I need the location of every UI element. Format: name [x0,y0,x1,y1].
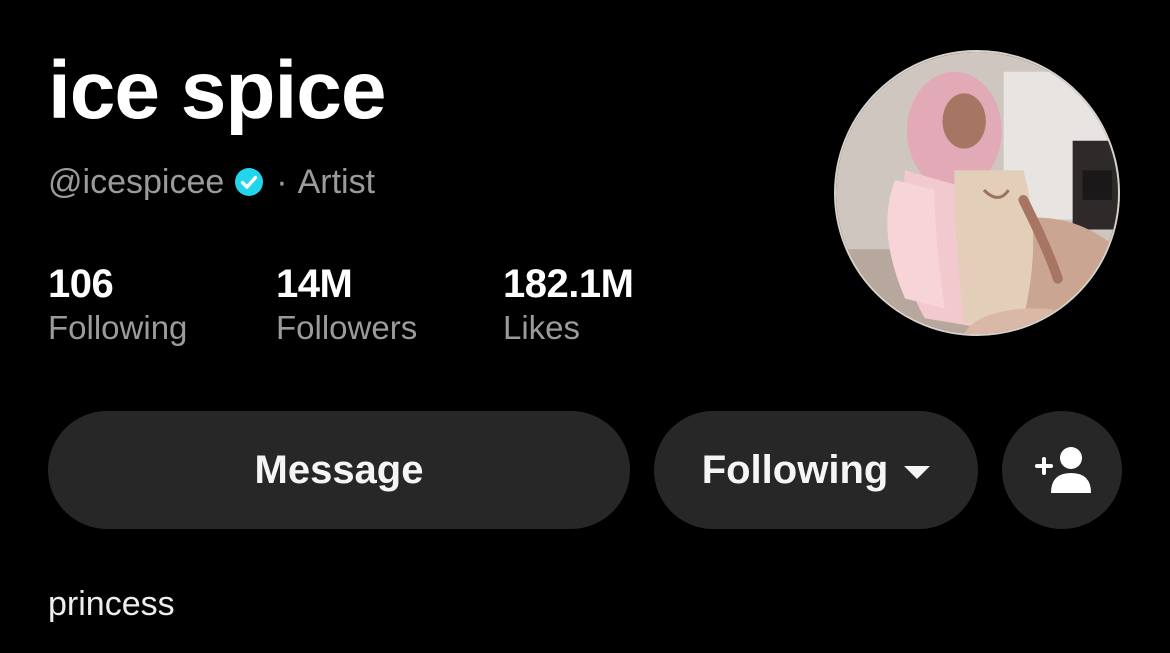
caret-down-icon [904,465,931,479]
stat-value: 182.1M [503,262,634,306]
following-button-label: Following [701,447,889,492]
profile-handle: @icespicee [48,162,225,201]
following-button[interactable]: Following [654,411,978,529]
stat-followers[interactable]: 14M Followers [276,262,417,348]
message-button[interactable]: Message [48,411,630,529]
stat-likes[interactable]: 182.1M Likes [503,262,634,348]
verified-check-icon [234,167,264,197]
add-user-icon [1033,445,1091,495]
stat-value: 106 [48,262,114,306]
profile-bio: princess [48,585,175,623]
stat-label: Likes [503,309,581,346]
handle-row: @icespicee · Artist [48,162,375,202]
add-friend-button[interactable] [1002,411,1122,529]
profile-display-name: ice spice [48,45,386,136]
message-button-label: Message [254,447,424,492]
avatar[interactable] [834,50,1120,336]
profile-category: Artist [297,162,376,201]
stat-label: Followers [276,309,418,346]
stat-value: 14M [276,262,353,306]
stat-label: Following [48,309,188,346]
separator-dot: · [276,162,288,201]
stat-following[interactable]: 106 Following [48,262,187,348]
